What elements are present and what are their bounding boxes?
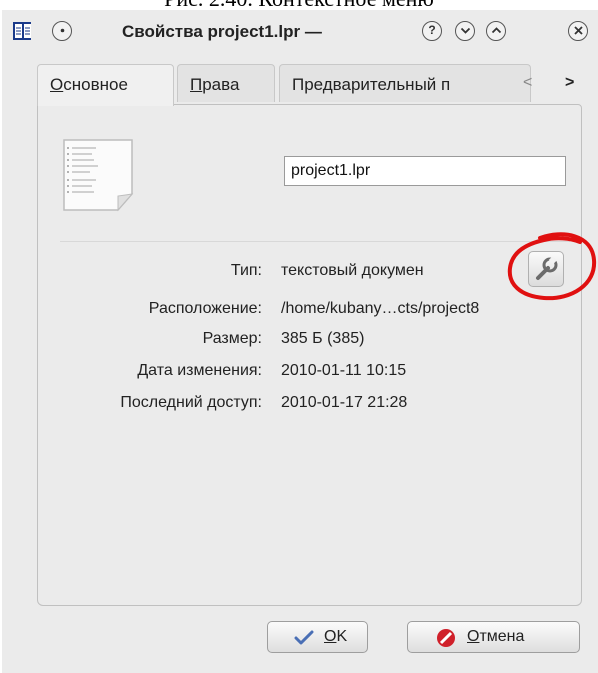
- titlebar: Свойства project1.lpr — ?: [2, 10, 598, 48]
- ok-label: OK: [324, 628, 348, 645]
- ok-button[interactable]: OK: [267, 621, 368, 653]
- accessed-label: Последний доступ:: [120, 394, 262, 411]
- help-icon[interactable]: ?: [422, 21, 442, 41]
- type-value: текстовый докумен: [281, 262, 424, 279]
- tab-permissions[interactable]: Права: [177, 64, 275, 102]
- accessed-value: 2010-01-17 21:28: [281, 394, 408, 411]
- cancel-icon: [437, 629, 455, 647]
- sticky-pin-icon[interactable]: [52, 21, 72, 41]
- type-label: Тип:: [230, 262, 262, 279]
- tab-general[interactable]: Основное: [37, 64, 174, 106]
- tab-preview[interactable]: Предварительный п: [279, 64, 531, 102]
- tab-bar: Основное Права Предварительный п < >: [37, 64, 582, 106]
- maximize-icon[interactable]: [486, 21, 506, 41]
- size-value: 385 Б (385): [281, 330, 365, 347]
- close-icon[interactable]: [568, 21, 588, 41]
- menu-book-icon[interactable]: [13, 22, 31, 40]
- cancel-button[interactable]: Отмена: [407, 621, 580, 653]
- tab-mnemonic: О: [50, 75, 64, 94]
- tab-scroll-right-icon[interactable]: >: [565, 74, 574, 92]
- tab-mnemonic: П: [190, 75, 203, 94]
- text-document-icon: [63, 139, 134, 212]
- tab-label: сновное: [63, 75, 128, 94]
- location-value: /home/kubany…cts/project8: [281, 300, 480, 317]
- modified-label: Дата изменения:: [137, 362, 262, 379]
- minimize-icon[interactable]: [455, 21, 475, 41]
- separator: [60, 241, 570, 242]
- tab-scroll-left-icon[interactable]: <: [523, 74, 532, 92]
- annotation-circle: [507, 232, 597, 301]
- tab-label: рава: [202, 75, 240, 94]
- check-icon: [294, 630, 314, 645]
- cancel-label: Отмена: [467, 628, 525, 645]
- tab-label: Предварительный п: [292, 75, 451, 94]
- modified-value: 2010-01-11 10:15: [281, 362, 407, 379]
- location-label: Расположение:: [148, 300, 262, 317]
- file-name-input[interactable]: [284, 156, 566, 186]
- size-label: Размер:: [202, 330, 262, 347]
- window-title: Свойства project1.lpr —: [122, 22, 322, 41]
